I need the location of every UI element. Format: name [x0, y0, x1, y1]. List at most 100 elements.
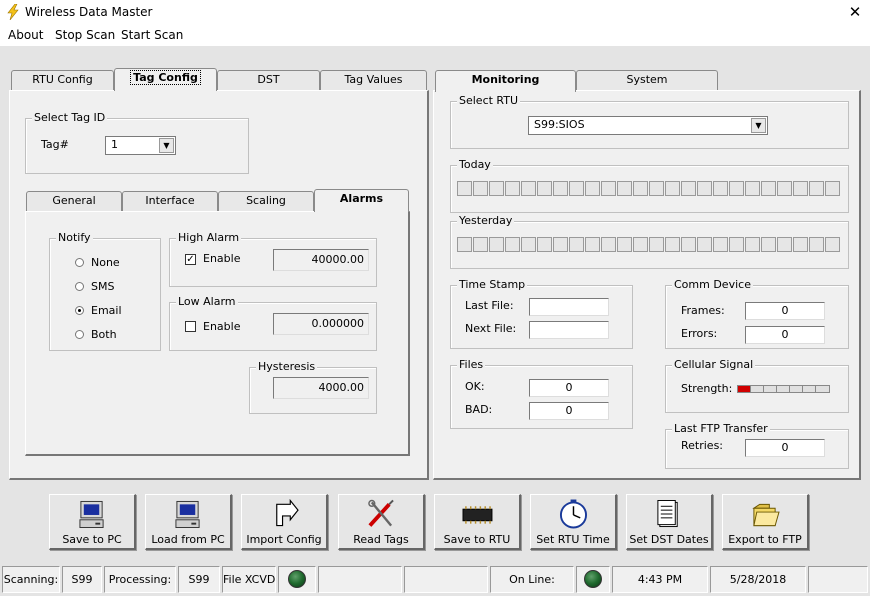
today-cells	[457, 181, 842, 198]
low-alarm-enable-checkbox[interactable]	[185, 321, 196, 332]
hour-cell	[777, 181, 792, 196]
set-rtu-time-label: Set RTU Time	[536, 533, 610, 546]
hour-cell	[713, 181, 728, 196]
retries-field: 0	[745, 439, 825, 457]
tab-dst[interactable]: DST	[217, 70, 320, 90]
high-alarm-enable-checkbox[interactable]: ✓	[185, 254, 196, 265]
rtu-select[interactable]: S99:SIOS ▼	[528, 116, 768, 135]
computer-icon	[79, 500, 104, 528]
signal-bar	[815, 385, 830, 393]
status-time: 4:43 PM	[612, 566, 708, 593]
files-ok-label: OK:	[465, 380, 485, 393]
hour-cell	[777, 237, 792, 252]
hour-cell	[793, 181, 808, 196]
hour-cell	[489, 181, 504, 196]
menu-start-scan[interactable]: Start Scan	[121, 28, 183, 42]
hour-cell	[633, 181, 648, 196]
ftp-group-label: Last FTP Transfer	[672, 422, 770, 435]
tab-rtu-config[interactable]: RTU Config	[11, 70, 114, 90]
close-icon[interactable]: ✕	[846, 3, 864, 21]
retries-label: Retries:	[681, 439, 724, 452]
chevron-down-icon[interactable]: ▼	[159, 138, 174, 153]
menu-stop-scan[interactable]: Stop Scan	[55, 28, 115, 42]
save-to-pc-button[interactable]: Save to PC	[49, 494, 136, 550]
high-alarm-group-label: High Alarm	[176, 231, 242, 244]
subtab-general[interactable]: General	[26, 191, 122, 211]
export-to-ftp-button[interactable]: Export to FTP	[722, 494, 809, 550]
status-empty-2	[404, 566, 488, 593]
hour-cell	[825, 237, 840, 252]
hour-cell	[697, 181, 712, 196]
tab-tag-values[interactable]: Tag Values	[320, 70, 427, 90]
hour-cell	[569, 181, 584, 196]
select-rtu-group-label: Select RTU	[457, 94, 521, 107]
hour-cell	[457, 181, 472, 196]
status-led-box	[278, 566, 316, 593]
signal-strength-meter	[737, 385, 837, 395]
chevron-down-icon[interactable]: ▼	[751, 118, 766, 133]
tab-tag-config[interactable]: Tag Config	[114, 68, 217, 91]
hour-cell	[633, 237, 648, 252]
notify-sms-label: SMS	[91, 280, 115, 293]
errors-field: 0	[745, 326, 825, 344]
hour-cell	[729, 181, 744, 196]
next-file-field	[529, 321, 609, 339]
hour-cell	[537, 181, 552, 196]
status-led-icon	[288, 570, 306, 588]
next-file-label: Next File:	[465, 322, 517, 335]
notify-email-label: Email	[91, 304, 122, 317]
low-alarm-group-label: Low Alarm	[176, 295, 238, 308]
hour-cell	[585, 237, 600, 252]
tag-number-value: 1	[111, 138, 118, 151]
timestamp-group: Time Stamp	[450, 278, 633, 349]
hour-cell	[665, 181, 680, 196]
menu-bar: About Stop Scan Start Scan	[0, 26, 870, 46]
rtu-select-value: S99:SIOS	[534, 118, 585, 131]
yesterday-cells	[457, 237, 842, 254]
hour-cell	[809, 181, 824, 196]
tools-icon	[368, 499, 394, 527]
set-dst-dates-button[interactable]: Set DST Dates	[626, 494, 713, 550]
notify-sms-radio[interactable]	[75, 282, 84, 291]
folder-icon	[752, 503, 780, 527]
notify-both-radio[interactable]	[75, 330, 84, 339]
tab-monitoring[interactable]: Monitoring	[435, 70, 576, 92]
hysteresis-value: 4000.00	[273, 377, 369, 399]
export-to-ftp-label: Export to FTP	[728, 533, 802, 546]
status-file: File XCVD	[222, 566, 276, 593]
hour-cell	[825, 181, 840, 196]
notify-none-radio[interactable]	[75, 258, 84, 267]
strength-label: Strength:	[681, 382, 733, 395]
load-from-pc-button[interactable]: Load from PC	[145, 494, 232, 550]
select-tag-group-label: Select Tag ID	[32, 111, 108, 124]
set-rtu-time-button[interactable]: Set RTU Time	[530, 494, 617, 550]
menu-about[interactable]: About	[8, 28, 43, 42]
hour-cell	[809, 237, 824, 252]
status-empty-1	[318, 566, 402, 593]
subtab-scaling[interactable]: Scaling	[218, 191, 314, 211]
errors-label: Errors:	[681, 327, 718, 340]
read-tags-label: Read Tags	[353, 533, 409, 546]
hour-cell	[601, 181, 616, 196]
tag-number-select[interactable]: 1 ▼	[105, 136, 176, 155]
hour-cell	[553, 237, 568, 252]
files-group-label: Files	[457, 358, 486, 371]
read-tags-button[interactable]: Read Tags	[338, 494, 425, 550]
low-alarm-enable-label: Enable	[203, 320, 241, 333]
status-online-label: On Line:	[490, 566, 574, 593]
hour-cell	[585, 181, 600, 196]
subtab-interface[interactable]: Interface	[122, 191, 218, 211]
tab-system[interactable]: System	[576, 70, 718, 90]
hour-cell	[761, 237, 776, 252]
files-bad-label: BAD:	[465, 403, 493, 416]
import-config-button[interactable]: Import Config	[241, 494, 328, 550]
notify-email-radio[interactable]	[75, 306, 84, 315]
hysteresis-group-label: Hysteresis	[256, 360, 318, 373]
status-empty-3	[808, 566, 868, 593]
yesterday-group-label: Yesterday	[457, 214, 515, 227]
status-scanning-value: S99	[62, 566, 102, 593]
document-icon	[657, 500, 678, 528]
save-to-rtu-button[interactable]: Save to RTU	[434, 494, 521, 550]
subtab-alarms[interactable]: Alarms	[314, 189, 409, 212]
save-to-rtu-label: Save to RTU	[443, 533, 511, 546]
